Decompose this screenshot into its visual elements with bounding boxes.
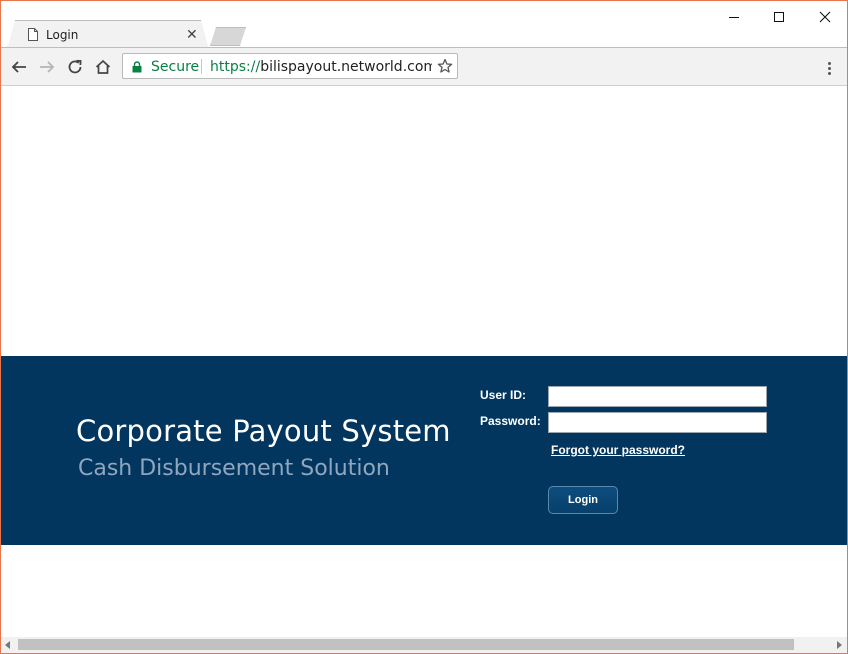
page-title: Corporate Payout System: [76, 414, 451, 448]
page-icon: [28, 28, 38, 41]
home-icon[interactable]: [92, 56, 114, 78]
url-text[interactable]: https://bilispayout.networld.com.ph/: [210, 59, 432, 75]
tab-strip: Login ✕: [1, 1, 847, 49]
maximize-icon[interactable]: [764, 7, 794, 27]
address-bar[interactable]: Secure https://bilispayout.networld.com.…: [122, 53, 458, 79]
scroll-left-arrow-icon[interactable]: [4, 641, 12, 649]
browser-toolbar: Secure https://bilispayout.networld.com.…: [1, 48, 847, 86]
minimize-icon[interactable]: [719, 7, 749, 27]
page-subtitle: Cash Disbursement Solution: [78, 456, 390, 481]
login-button[interactable]: Login: [548, 486, 618, 514]
tab-close-icon[interactable]: ✕: [186, 27, 198, 41]
user-id-input[interactable]: [548, 386, 767, 407]
password-label: Password:: [480, 414, 541, 428]
tab-login[interactable]: Login ✕: [7, 20, 209, 49]
scroll-right-arrow-icon[interactable]: [835, 641, 843, 649]
bookmark-star-icon[interactable]: [437, 58, 453, 74]
new-tab-button[interactable]: [210, 27, 246, 46]
login-banner: Corporate Payout System Cash Disbursemen…: [1, 356, 847, 545]
back-arrow-icon[interactable]: [8, 56, 30, 78]
forward-arrow-icon[interactable]: [36, 56, 58, 78]
url-host: bilispayout.networld.com.ph/: [260, 59, 432, 75]
omnibox-separator: [201, 59, 202, 74]
forgot-password-link[interactable]: Forgot your password?: [551, 443, 685, 457]
url-scheme: https://: [210, 59, 261, 75]
close-icon[interactable]: [810, 7, 840, 27]
password-input[interactable]: [548, 412, 767, 433]
page-viewport: Corporate Payout System Cash Disbursemen…: [1, 86, 847, 636]
three-dot-menu-icon[interactable]: [819, 58, 839, 78]
reload-icon[interactable]: [64, 56, 86, 78]
user-id-label: User ID:: [480, 388, 527, 402]
tab-title: Login: [46, 28, 79, 42]
horizontal-scrollbar[interactable]: [1, 637, 847, 653]
scrollbar-thumb[interactable]: [18, 639, 794, 650]
browser-window: Login ✕ Secure https://bilispayout.netwo…: [0, 0, 848, 654]
secure-label: Secure: [151, 59, 200, 75]
lock-icon: [132, 61, 142, 73]
